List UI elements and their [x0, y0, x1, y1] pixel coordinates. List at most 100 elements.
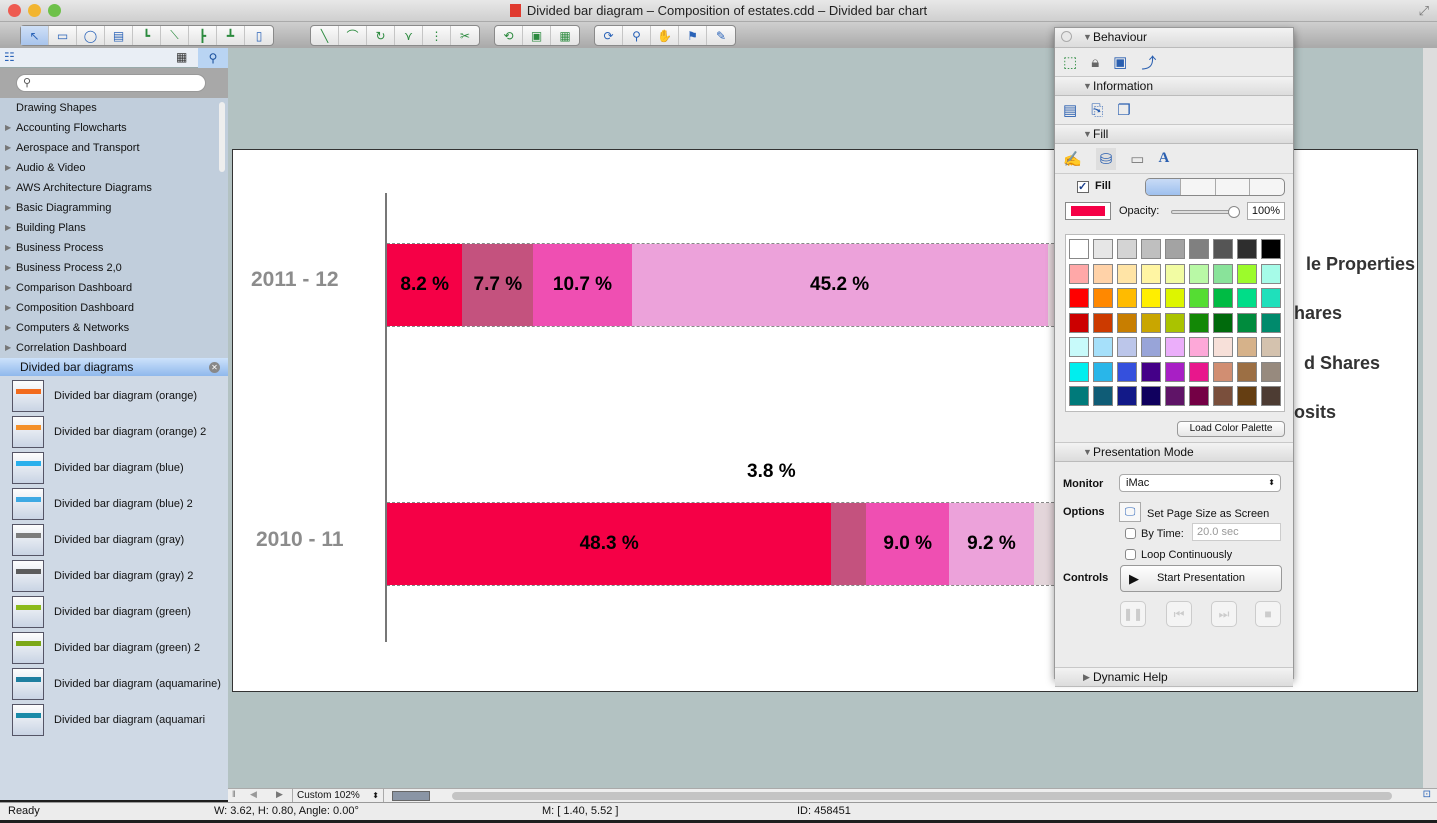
page-split-handle[interactable]: ‖ — [232, 789, 236, 799]
color-swatch[interactable] — [1069, 361, 1089, 382]
previous-button[interactable]: ⏮︎ — [1166, 601, 1192, 627]
color-swatch[interactable] — [1165, 361, 1185, 382]
shape-item[interactable]: Divided bar diagram (orange) 2 — [0, 414, 228, 450]
zoom-icon[interactable]: ⚲ — [623, 26, 651, 45]
color-swatch[interactable] — [1213, 361, 1233, 382]
minimize-window-button[interactable] — [28, 4, 41, 17]
bar-segment[interactable]: 29.7 % — [1033, 503, 1054, 585]
color-swatch[interactable] — [1117, 386, 1137, 407]
library-item[interactable]: ▶ AWS Architecture Diagrams — [0, 178, 228, 198]
shape-item[interactable]: Divided bar diagram (orange) — [0, 378, 228, 414]
round-connector-icon[interactable]: ┻ — [217, 26, 245, 45]
bar-segment[interactable]: 9.2 % — [949, 503, 1034, 585]
color-swatch[interactable] — [1165, 263, 1185, 284]
bar-segment[interactable]: 45.2 % — [631, 244, 1048, 326]
color-swatch[interactable] — [1117, 312, 1137, 333]
color-swatch[interactable] — [1189, 312, 1209, 333]
library-item[interactable]: ▶ Accounting Flowcharts — [0, 118, 228, 138]
color-swatch[interactable] — [1189, 361, 1209, 382]
color-swatch[interactable] — [1093, 337, 1113, 358]
shape-item[interactable]: Divided bar diagram (aquamarine) — [0, 666, 228, 702]
shape-item[interactable]: Divided bar diagram (green) 2 — [0, 630, 228, 666]
color-swatch[interactable] — [1141, 263, 1161, 284]
color-swatch[interactable] — [1069, 312, 1089, 333]
color-swatch[interactable] — [1093, 312, 1113, 333]
color-swatch[interactable] — [1261, 312, 1281, 333]
ellipse-icon[interactable]: ◯ — [77, 26, 105, 45]
color-swatch[interactable] — [1117, 263, 1137, 284]
fill-color-well[interactable] — [1065, 202, 1111, 220]
fill-bucket-icon[interactable]: ⛁ — [1095, 147, 1117, 170]
color-swatch[interactable] — [1237, 337, 1257, 358]
group-icon[interactable]: ⟲ — [495, 26, 523, 45]
bezier-icon[interactable]: ↻ — [367, 26, 395, 45]
shape-item[interactable]: Divided bar diagram (blue) 2 — [0, 486, 228, 522]
color-swatch[interactable] — [1141, 361, 1161, 382]
expand-arrow-icon[interactable]: ▶ — [5, 218, 11, 238]
color-swatch[interactable] — [1093, 361, 1113, 382]
color-swatch[interactable] — [1261, 288, 1281, 309]
bar-segment[interactable] — [831, 503, 867, 585]
text-style-icon[interactable]: A — [1158, 150, 1169, 167]
load-color-palette-button[interactable]: Load Color Palette — [1177, 421, 1285, 437]
shape-item[interactable]: Divided bar diagram (aquamari — [0, 702, 228, 738]
color-swatch[interactable] — [1237, 361, 1257, 382]
color-swatch[interactable] — [1261, 361, 1281, 382]
grid-view-icon[interactable]: ▦ — [176, 50, 187, 64]
fit-page-icon[interactable]: ⊡ — [1423, 789, 1431, 800]
next-button[interactable]: ⏭︎ — [1211, 601, 1237, 627]
color-swatch[interactable] — [1141, 386, 1161, 407]
library-item[interactable]: ▶ Business Process — [0, 238, 228, 258]
by-time-field[interactable]: 20.0 sec — [1192, 523, 1281, 541]
shape-item[interactable]: Divided bar diagram (gray) 2 — [0, 558, 228, 594]
color-swatch[interactable] — [1237, 312, 1257, 333]
color-swatch[interactable] — [1237, 263, 1257, 284]
color-swatch[interactable] — [1213, 386, 1233, 407]
library-item[interactable]: ▶ Comparison Dashboard — [0, 278, 228, 298]
color-swatch[interactable] — [1213, 337, 1233, 358]
by-time-checkbox[interactable] — [1125, 528, 1136, 539]
section-presentation-header[interactable]: ▼ Presentation Mode — [1055, 442, 1293, 462]
image-fill-button[interactable] — [1250, 179, 1284, 195]
connection-point-icon[interactable]: ⤴ — [1141, 52, 1156, 73]
rotate-icon[interactable]: ⟳ — [595, 26, 623, 45]
color-swatch[interactable] — [1261, 386, 1281, 407]
bar-segment[interactable]: 10.7 % — [533, 244, 632, 326]
color-swatch[interactable] — [1213, 288, 1233, 309]
library-item[interactable]: ▶ Composition Dashboard — [0, 298, 228, 318]
library-item[interactable]: ▶ Basic Diagramming — [0, 198, 228, 218]
expand-arrow-icon[interactable]: ▶ — [5, 178, 11, 198]
opacity-slider[interactable] — [1171, 206, 1240, 218]
pattern-fill-button[interactable] — [1216, 179, 1251, 195]
select-icon[interactable]: ↖ — [21, 26, 49, 45]
color-swatch[interactable] — [1141, 337, 1161, 358]
prev-page-icon[interactable]: ◀ — [250, 789, 257, 800]
color-swatch[interactable] — [1093, 239, 1113, 259]
shadow-icon[interactable]: ▭ — [1130, 150, 1144, 168]
document-info-icon[interactable]: ▤ — [1063, 101, 1077, 119]
ungroup-icon[interactable]: ▣ — [523, 26, 551, 45]
library-item[interactable]: ▶ Business Process 2,0 — [0, 258, 228, 278]
line-style-icon[interactable]: ✍ — [1063, 150, 1082, 168]
layers-icon[interactable]: ❐ — [1117, 101, 1130, 119]
color-swatch[interactable] — [1117, 288, 1137, 309]
polyline-icon[interactable]: ⋎ — [395, 26, 423, 45]
tree-view-icon[interactable]: ☷ — [4, 50, 15, 64]
zoom-select[interactable]: Custom 102% ⬍ — [292, 789, 384, 802]
bar-segment[interactable]: 9.0 % — [866, 503, 950, 585]
library-item[interactable]: ▶ Building Plans — [0, 218, 228, 238]
section-fill-header[interactable]: ▼ Fill — [1055, 124, 1293, 144]
stamp-icon[interactable]: ⚑ — [679, 26, 707, 45]
color-swatch[interactable] — [1237, 386, 1257, 407]
shape-item[interactable]: Divided bar diagram (green) — [0, 594, 228, 630]
expand-arrow-icon[interactable]: ▶ — [5, 298, 11, 318]
gradient-fill-button[interactable] — [1181, 179, 1216, 195]
expand-arrow-icon[interactable]: ▶ — [5, 138, 11, 158]
color-swatch[interactable] — [1117, 361, 1137, 382]
color-swatch[interactable] — [1069, 337, 1089, 358]
connector-icon[interactable]: ┗ — [133, 26, 161, 45]
expand-arrow-icon[interactable]: ▶ — [5, 198, 11, 218]
expand-arrow-icon[interactable]: ▶ — [5, 118, 11, 138]
bar-row[interactable]: 8.2 %7.7 %10.7 %45.2 %28.2 — [387, 243, 1054, 327]
color-swatch[interactable] — [1069, 239, 1089, 259]
